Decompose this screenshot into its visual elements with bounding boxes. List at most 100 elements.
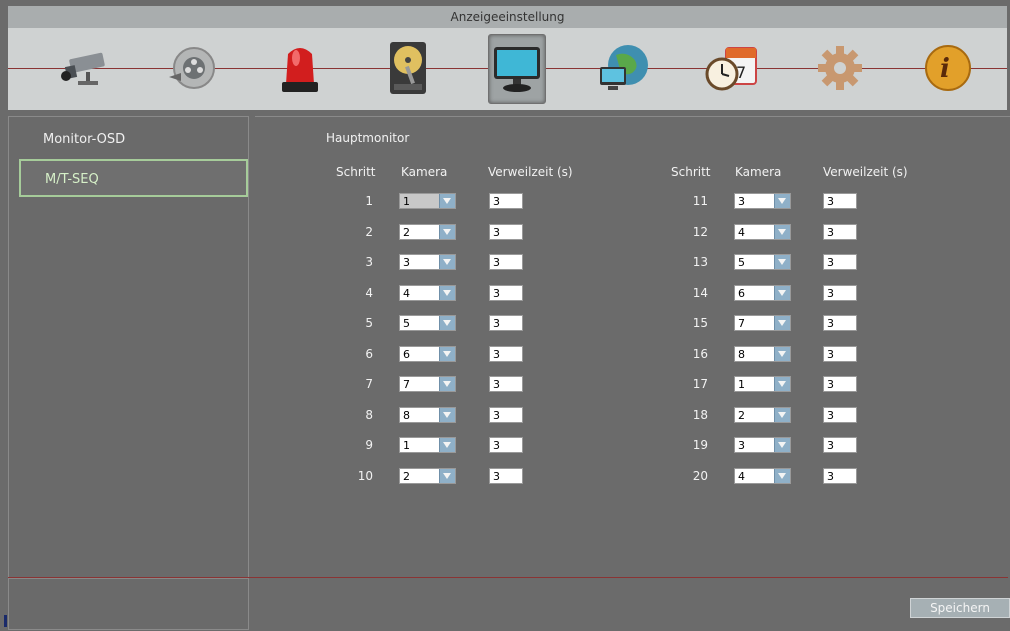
dwell-time-input[interactable]: 3 bbox=[489, 315, 523, 331]
chevron-down-icon[interactable] bbox=[774, 407, 790, 422]
save-button[interactable]: Speichern bbox=[910, 598, 1010, 618]
camera-select[interactable]: 1 bbox=[399, 193, 456, 209]
sidebar: Monitor-OSD M/T-SEQ bbox=[8, 116, 249, 630]
toolbar: 7 i bbox=[8, 28, 1007, 110]
camera-select[interactable]: 2 bbox=[399, 223, 456, 240]
dwell-time-input[interactable]: 3 bbox=[823, 284, 857, 301]
chevron-down-icon[interactable] bbox=[774, 377, 790, 391]
camera-select-value: 6 bbox=[403, 347, 410, 361]
camera-select[interactable]: 5 bbox=[399, 315, 456, 331]
chevron-down-icon[interactable] bbox=[774, 224, 790, 239]
chevron-down-icon[interactable] bbox=[774, 285, 790, 300]
menu-item-monitor-osd[interactable]: Monitor-OSD bbox=[19, 121, 248, 159]
dwell-time-input[interactable]: 3 bbox=[823, 406, 857, 423]
dwell-time-input[interactable]: 3 bbox=[823, 437, 857, 453]
chevron-down-icon[interactable] bbox=[774, 255, 790, 269]
camera-select[interactable]: 2 bbox=[399, 467, 456, 484]
step-number: 1 bbox=[365, 194, 373, 208]
camera-select-value: 5 bbox=[403, 317, 410, 330]
dwell-time-input[interactable]: 3 bbox=[489, 223, 523, 240]
camera-select-value: 1 bbox=[738, 378, 745, 391]
chevron-down-icon[interactable] bbox=[774, 346, 790, 361]
chevron-down-icon[interactable] bbox=[439, 407, 455, 422]
column-header-camera: Kamera bbox=[735, 165, 782, 179]
camera-select[interactable]: 6 bbox=[399, 345, 456, 362]
chevron-down-icon[interactable] bbox=[774, 194, 790, 208]
network-globe-icon[interactable] bbox=[596, 34, 652, 102]
camera-select-value: 6 bbox=[738, 286, 745, 300]
step-number: 9 bbox=[365, 438, 373, 452]
dwell-time-input[interactable]: 3 bbox=[489, 467, 523, 484]
alarm-siren-icon[interactable] bbox=[272, 34, 328, 102]
hard-disk-icon[interactable] bbox=[380, 34, 436, 102]
chevron-down-icon[interactable] bbox=[774, 468, 790, 483]
step-number: 14 bbox=[692, 285, 708, 300]
bottom-divider bbox=[8, 577, 1008, 578]
camera-select[interactable]: 8 bbox=[399, 406, 456, 423]
step-number: 16 bbox=[692, 346, 708, 361]
camera-select[interactable]: 3 bbox=[399, 254, 456, 270]
camera-select[interactable]: 7 bbox=[734, 315, 791, 331]
dwell-time-input[interactable]: 3 bbox=[489, 193, 523, 209]
dwell-time-input[interactable]: 3 bbox=[489, 437, 523, 453]
camera-select[interactable]: 6 bbox=[734, 284, 791, 301]
svg-text:i: i bbox=[940, 54, 950, 84]
column-header-step: Schritt bbox=[671, 165, 711, 179]
chevron-down-icon[interactable] bbox=[439, 438, 455, 452]
chevron-down-icon[interactable] bbox=[439, 316, 455, 330]
camera-select[interactable]: 1 bbox=[399, 437, 456, 453]
step-number: 8 bbox=[365, 407, 373, 422]
dwell-time-input[interactable]: 3 bbox=[823, 345, 857, 362]
chevron-down-icon[interactable] bbox=[439, 255, 455, 269]
camera-select-value: 2 bbox=[403, 469, 410, 483]
settings-gear-icon[interactable] bbox=[812, 34, 868, 102]
dwell-time-input[interactable]: 3 bbox=[489, 406, 523, 423]
chevron-down-icon[interactable] bbox=[439, 194, 455, 208]
step-number: 18 bbox=[692, 407, 708, 422]
camera-icon[interactable] bbox=[56, 34, 112, 102]
monitor-icon[interactable] bbox=[488, 34, 546, 104]
section-title: Hauptmonitor bbox=[326, 131, 410, 145]
dwell-time-input[interactable]: 3 bbox=[489, 284, 523, 301]
camera-select[interactable]: 8 bbox=[734, 345, 791, 362]
step-number: 20 bbox=[692, 468, 708, 483]
chevron-down-icon[interactable] bbox=[439, 285, 455, 300]
dwell-time-input[interactable]: 3 bbox=[823, 193, 857, 209]
camera-select[interactable]: 4 bbox=[399, 284, 456, 301]
chevron-down-icon[interactable] bbox=[439, 346, 455, 361]
camera-select[interactable]: 3 bbox=[734, 193, 791, 209]
dwell-time-input[interactable]: 3 bbox=[823, 376, 857, 392]
dwell-time-input[interactable]: 3 bbox=[823, 315, 857, 331]
camera-select[interactable]: 7 bbox=[399, 376, 456, 392]
menu-item-mt-seq[interactable]: M/T-SEQ bbox=[19, 159, 248, 197]
camera-select[interactable]: 3 bbox=[734, 437, 791, 453]
chevron-down-icon[interactable] bbox=[774, 316, 790, 330]
info-icon[interactable]: i bbox=[920, 34, 976, 102]
camera-select[interactable]: 2 bbox=[734, 406, 791, 423]
chevron-down-icon[interactable] bbox=[774, 438, 790, 452]
chevron-down-icon[interactable] bbox=[439, 377, 455, 391]
dwell-time-input[interactable]: 3 bbox=[489, 376, 523, 392]
camera-select-value: 4 bbox=[738, 225, 745, 239]
camera-select[interactable]: 5 bbox=[734, 254, 791, 270]
column-header-dwell: Verweilzeit (s) bbox=[488, 165, 573, 179]
dwell-time-input[interactable]: 3 bbox=[823, 254, 857, 270]
camera-select[interactable]: 1 bbox=[734, 376, 791, 392]
step-number: 11 bbox=[692, 194, 708, 208]
step-number: 2 bbox=[365, 224, 373, 239]
chevron-down-icon[interactable] bbox=[439, 224, 455, 239]
dwell-time-input[interactable]: 3 bbox=[489, 345, 523, 362]
dwell-time-input[interactable]: 3 bbox=[823, 467, 857, 484]
dwell-time-input[interactable]: 3 bbox=[823, 223, 857, 240]
dwell-time-input[interactable]: 3 bbox=[489, 254, 523, 270]
camera-select-value: 3 bbox=[403, 256, 410, 269]
window-title: Anzeigeeinstellung bbox=[8, 6, 1007, 28]
camera-select[interactable]: 4 bbox=[734, 223, 791, 240]
camera-select-value: 2 bbox=[403, 225, 410, 239]
chevron-down-icon[interactable] bbox=[439, 468, 455, 483]
schedule-clock-icon[interactable]: 7 bbox=[704, 34, 760, 102]
step-number: 17 bbox=[692, 377, 708, 391]
camera-select[interactable]: 4 bbox=[734, 467, 791, 484]
playback-reel-icon[interactable] bbox=[164, 34, 220, 102]
step-number: 15 bbox=[692, 316, 708, 330]
